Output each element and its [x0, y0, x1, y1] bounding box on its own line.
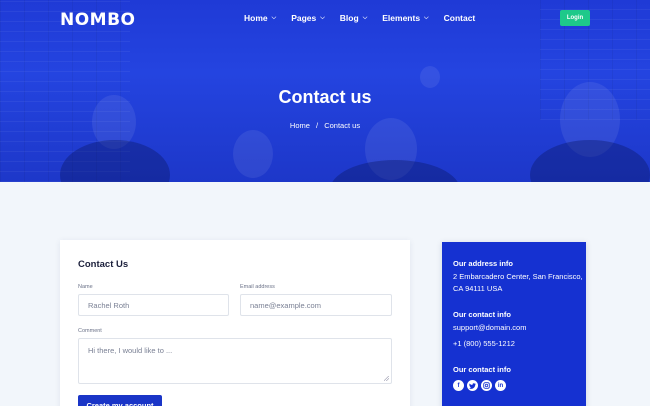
address-line-1: 2 Embarcadero Center, San Francisco,: [453, 272, 583, 281]
contact-form-card: Contact Us Name Rachel Roth Email addres…: [60, 240, 410, 406]
breadcrumb-home[interactable]: Home: [290, 121, 310, 130]
chevron-down-icon: ⌵: [424, 14, 429, 21]
hero-banner: NOMBO Home ⌵ Pages ⌵ Blog ⌵ Elements ⌵ C…: [0, 0, 650, 182]
login-button[interactable]: Login: [560, 10, 590, 26]
email-field-placeholder: name@example.com: [250, 300, 321, 310]
chevron-down-icon: ⌵: [320, 14, 325, 21]
twitter-icon[interactable]: [467, 380, 478, 391]
resize-handle-icon[interactable]: [384, 376, 389, 381]
email-field[interactable]: name@example.com: [240, 294, 392, 316]
breadcrumb: Home / Contact us: [0, 121, 650, 130]
name-field[interactable]: Rachel Roth: [78, 294, 229, 316]
nav-item-pages[interactable]: Pages ⌵: [291, 13, 325, 23]
nav-item-elements[interactable]: Elements ⌵: [382, 13, 428, 23]
comment-label: Comment: [78, 328, 102, 334]
nav-item-label: Blog: [339, 13, 359, 23]
comment-placeholder: Hi there, I would like to ...: [88, 346, 173, 355]
breadcrumb-current: Contact us: [324, 121, 361, 130]
social-links: f in: [453, 380, 506, 391]
email-label: Email address: [240, 284, 275, 290]
name-label: Name: [78, 284, 93, 290]
address-line-2: CA 94111 USA: [453, 284, 503, 293]
nav-item-home[interactable]: Home ⌵: [244, 13, 276, 23]
address-heading: Our address info: [453, 259, 514, 268]
instagram-icon[interactable]: [481, 380, 492, 391]
facebook-icon[interactable]: f: [453, 380, 464, 391]
nav-item-contact[interactable]: Contact: [444, 13, 476, 23]
nav-item-label: Contact: [443, 13, 476, 23]
nav-item-label: Elements: [382, 13, 421, 23]
form-title: Contact Us: [78, 259, 129, 270]
breadcrumb-separator: /: [316, 121, 319, 130]
linkedin-icon[interactable]: in: [495, 380, 506, 391]
support-email-link[interactable]: support@domain.com: [453, 322, 526, 334]
page-title: Contact us: [278, 87, 372, 107]
main-nav: Home ⌵ Pages ⌵ Blog ⌵ Elements ⌵ Contact: [244, 13, 490, 23]
contact-heading: Our contact info: [453, 310, 511, 319]
social-heading: Our contact info: [453, 365, 511, 374]
chevron-down-icon: ⌵: [362, 14, 368, 21]
nav-item-label: Pages: [291, 13, 317, 23]
contact-info-card: Our address info 2 Embarcadero Center, S…: [442, 242, 586, 406]
name-field-value: Rachel Roth: [88, 300, 130, 310]
chevron-down-icon: ⌵: [271, 14, 277, 21]
nav-item-blog[interactable]: Blog ⌵: [340, 13, 367, 23]
comment-textarea[interactable]: Hi there, I would like to ...: [78, 338, 392, 384]
create-account-button[interactable]: Create my account: [78, 395, 162, 406]
phone-link[interactable]: +1 (800) 555-1212: [453, 338, 515, 350]
site-logo[interactable]: NOMBO: [60, 10, 136, 30]
nav-item-label: Home: [244, 13, 268, 23]
